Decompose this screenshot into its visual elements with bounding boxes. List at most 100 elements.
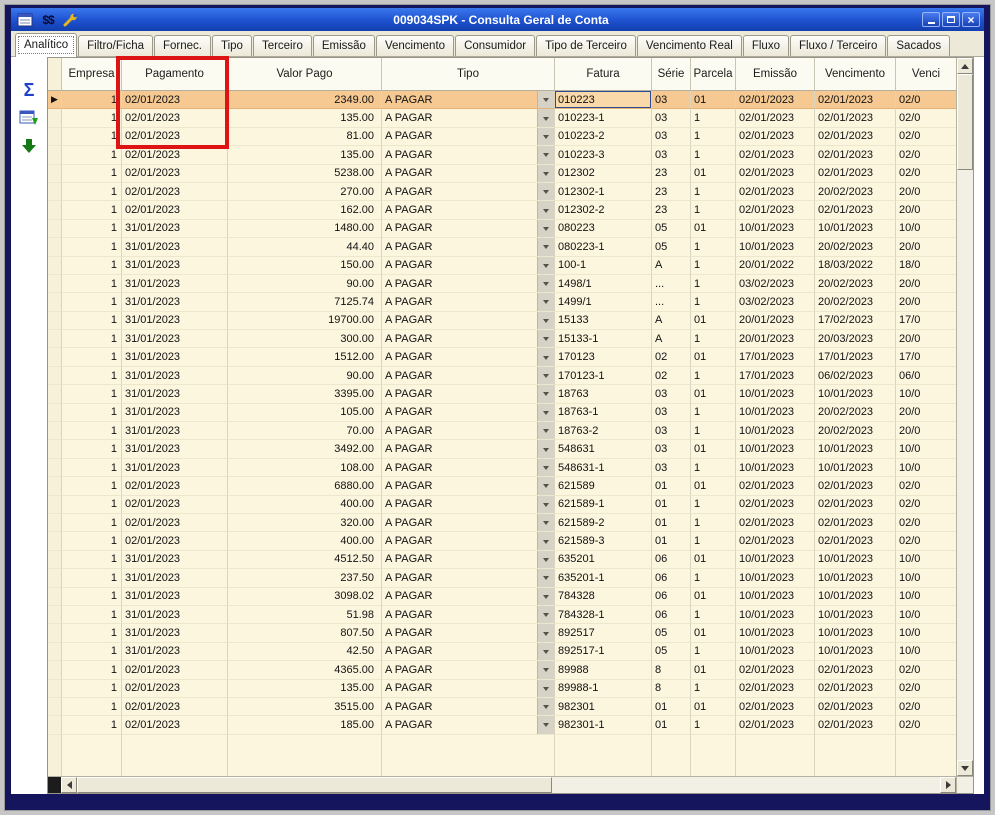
cell-fatura[interactable]: 982301 [555,698,652,716]
tipo-dropdown-icon[interactable] [537,109,554,126]
cell-serie[interactable]: 03 [652,440,691,458]
table-row[interactable]: 102/01/2023270.00A PAGAR012302-123102/01… [48,183,956,201]
cell-tipo[interactable]: A PAGAR [382,551,555,569]
row-selector[interactable] [48,367,62,385]
cell-serie[interactable]: 03 [652,128,691,146]
cell-pagamento[interactable]: 31/01/2023 [122,551,228,569]
table-row[interactable]: 131/01/20233395.00A PAGAR18763030110/01/… [48,385,956,403]
cell-parcela[interactable]: 1 [691,496,736,514]
cell-vencimento[interactable]: 02/01/2023 [815,514,896,532]
cell-parcela[interactable]: 01 [691,698,736,716]
cell-parcela[interactable]: 1 [691,128,736,146]
cell-vencimento[interactable]: 10/01/2023 [815,459,896,477]
tipo-dropdown-icon[interactable] [537,588,554,605]
cell-emissao[interactable]: 10/01/2023 [736,238,815,256]
tipo-dropdown-icon[interactable] [537,440,554,457]
cell-empresa[interactable]: 1 [62,385,122,403]
cell-empresa[interactable]: 1 [62,330,122,348]
cell-emissao[interactable]: 02/01/2023 [736,128,815,146]
cell-fatura[interactable]: 1498/1 [555,275,652,293]
cell-valor-pago[interactable]: 19700.00 [228,312,382,330]
tab-emissao[interactable]: Emissão [313,35,375,56]
cell-pagamento[interactable]: 31/01/2023 [122,606,228,624]
cell-fatura[interactable]: 080223-1 [555,238,652,256]
tipo-dropdown-icon[interactable] [537,624,554,641]
tipo-dropdown-icon[interactable] [537,385,554,402]
money-icon[interactable]: $$ [39,12,57,28]
cell-vencimento[interactable]: 17/02/2023 [815,312,896,330]
cell-fatura[interactable]: 18763-2 [555,422,652,440]
cell-venci[interactable]: 20/0 [896,422,956,440]
cell-fatura[interactable]: 010223-2 [555,128,652,146]
cell-parcela[interactable]: 1 [691,109,736,127]
row-selector[interactable] [48,588,62,606]
cell-pagamento[interactable]: 31/01/2023 [122,312,228,330]
table-row[interactable]: 102/01/2023400.00A PAGAR621589-301102/01… [48,532,956,550]
cell-pagamento[interactable]: 02/01/2023 [122,514,228,532]
cell-valor-pago[interactable]: 105.00 [228,404,382,422]
cell-serie[interactable]: 03 [652,91,691,109]
cell-vencimento[interactable]: 18/03/2022 [815,257,896,275]
cell-serie[interactable]: 02 [652,367,691,385]
cell-parcela[interactable]: 1 [691,201,736,219]
cell-serie[interactable]: 23 [652,183,691,201]
wrench-icon[interactable] [62,12,80,28]
cell-vencimento[interactable]: 10/01/2023 [815,588,896,606]
cell-vencimento[interactable]: 20/02/2023 [815,293,896,311]
table-row[interactable]: 131/01/20233492.00A PAGAR548631030110/01… [48,440,956,458]
cell-serie[interactable]: A [652,257,691,275]
cell-parcela[interactable]: 01 [691,477,736,495]
cell-tipo[interactable]: A PAGAR [382,624,555,642]
row-selector[interactable] [48,183,62,201]
cell-emissao[interactable]: 10/01/2023 [736,440,815,458]
tab-filtro-ficha[interactable]: Filtro/Ficha [78,35,153,56]
tab-analitico[interactable]: Analítico [15,33,77,57]
cell-fatura[interactable]: 892517 [555,624,652,642]
table-row[interactable]: 131/01/202390.00A PAGAR170123-102117/01/… [48,367,956,385]
cell-pagamento[interactable]: 31/01/2023 [122,643,228,661]
cell-venci[interactable]: 10/0 [896,569,956,587]
row-selector[interactable] [48,330,62,348]
cell-valor-pago[interactable]: 3492.00 [228,440,382,458]
cell-vencimento[interactable]: 02/01/2023 [815,698,896,716]
tipo-dropdown-icon[interactable] [537,532,554,549]
tipo-dropdown-icon[interactable] [537,404,554,421]
cell-valor-pago[interactable]: 6880.00 [228,477,382,495]
cell-serie[interactable]: 23 [652,201,691,219]
row-selector[interactable] [48,514,62,532]
cell-vencimento[interactable]: 20/03/2023 [815,330,896,348]
cell-parcela[interactable]: 01 [691,624,736,642]
cell-empresa[interactable]: 1 [62,569,122,587]
horizontal-scroll-thumb[interactable] [77,777,552,793]
column-header-tipo[interactable]: Tipo [382,58,555,91]
column-header-parcela[interactable]: Parcela [691,58,736,91]
cell-pagamento[interactable]: 02/01/2023 [122,496,228,514]
cell-fatura[interactable]: 548631-1 [555,459,652,477]
scroll-down-icon[interactable] [957,760,973,776]
cell-fatura[interactable]: 170123-1 [555,367,652,385]
cell-empresa[interactable]: 1 [62,588,122,606]
cell-empresa[interactable]: 1 [62,146,122,164]
column-header-emissao[interactable]: Emissão [736,58,815,91]
cell-emissao[interactable]: 03/02/2023 [736,293,815,311]
cell-empresa[interactable]: 1 [62,183,122,201]
cell-empresa[interactable]: 1 [62,165,122,183]
cell-emissao[interactable]: 02/01/2023 [736,661,815,679]
cell-emissao[interactable]: 02/01/2023 [736,477,815,495]
cell-serie[interactable]: 01 [652,698,691,716]
cell-parcela[interactable]: 01 [691,220,736,238]
cell-valor-pago[interactable]: 135.00 [228,109,382,127]
cell-tipo[interactable]: A PAGAR [382,643,555,661]
table-row[interactable]: 131/01/202370.00A PAGAR18763-203110/01/2… [48,422,956,440]
cell-venci[interactable]: 20/0 [896,183,956,201]
cell-valor-pago[interactable]: 807.50 [228,624,382,642]
cell-venci[interactable]: 02/0 [896,146,956,164]
table-row[interactable]: 131/01/2023150.00A PAGAR100-1A120/01/202… [48,257,956,275]
tipo-dropdown-icon[interactable] [537,698,554,715]
cell-emissao[interactable]: 10/01/2023 [736,624,815,642]
cell-venci[interactable]: 20/0 [896,293,956,311]
tipo-dropdown-icon[interactable] [537,606,554,623]
cell-serie[interactable]: 02 [652,348,691,366]
cell-serie[interactable]: A [652,312,691,330]
cell-fatura[interactable]: 18763-1 [555,404,652,422]
